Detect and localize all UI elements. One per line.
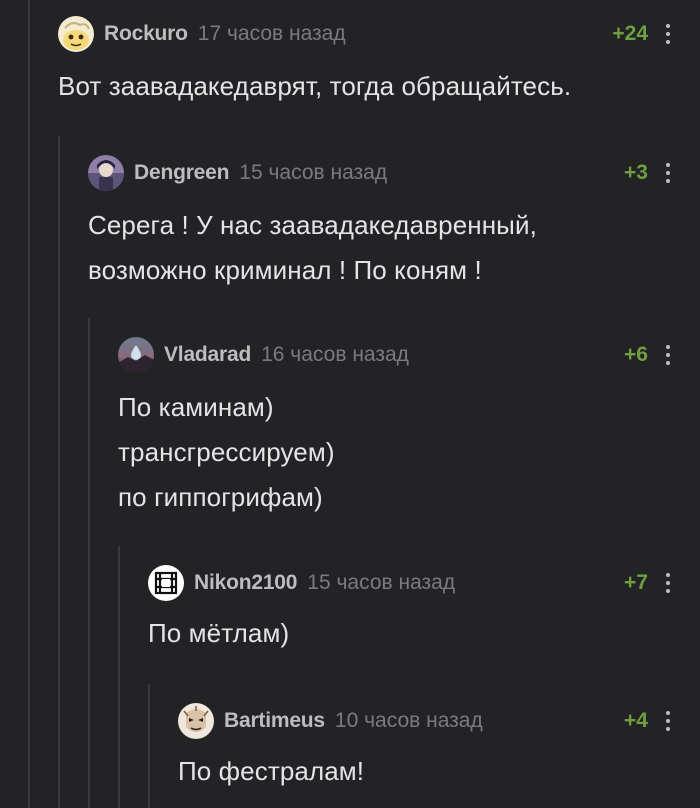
droplet-avatar-icon[interactable] [118,337,154,373]
comment-time: 17 часов назад [197,22,346,45]
comment-header: Bartimeus 10 часов назад +4 [178,703,670,739]
author-name[interactable]: Nikon2100 [194,571,297,595]
mask-face-avatar-icon[interactable] [178,703,214,739]
comment-line: По каминам) [118,392,274,422]
more-options-icon[interactable] [662,22,674,46]
comment-rating[interactable]: +4 [624,709,648,733]
author-name[interactable]: Bartimeus [224,709,325,733]
comment-dengreen: Dengreen 15 часов назад +3 Серега ! У на… [88,155,670,293]
more-options-icon[interactable] [662,161,674,185]
comment-rating[interactable]: +24 [612,22,648,46]
comment-header: Rockuro 17 часов назад +24 [58,16,670,52]
thread-line-level-2[interactable] [88,318,90,808]
comment-line: По фестралам! [178,756,365,786]
cartoon-face-avatar-icon[interactable] [58,16,94,52]
thread-line-level-3[interactable] [118,546,120,808]
comment-line: по гиппогрифам) [118,482,323,512]
author-name[interactable]: Vladarad [164,343,251,367]
more-options-icon[interactable] [662,343,674,367]
comment-time: 10 часов назад [334,709,483,732]
thread-line-level-0[interactable] [28,0,30,808]
author-name[interactable]: Rockuro [104,22,188,46]
comment-time: 15 часов назад [239,161,388,184]
comment-rating[interactable]: +7 [624,571,648,595]
more-options-icon[interactable] [662,571,674,595]
comment-line: По мётлам) [148,618,290,648]
comment-header: Vladarad 16 часов назад +6 [118,337,670,373]
rammstein-logo-avatar-icon[interactable] [148,565,184,601]
comment-text: Вот заавадакедаврят, тогда обращайтесь. [58,64,668,109]
author-name[interactable]: Dengreen [134,161,229,185]
comment-line: возможно криминал ! По коням ! [88,255,482,285]
comment-text: Серега ! У нас заавадакедавренный, возмо… [88,203,668,293]
comment-rockuro: Rockuro 17 часов назад +24 Вот заавадаке… [58,16,670,109]
more-options-icon[interactable] [662,709,674,733]
comment-time: 15 часов назад [307,571,456,594]
comment-line: трансгрессируем) [118,437,335,467]
comment-rating[interactable]: +3 [624,161,648,185]
comment-time: 16 часов назад [261,343,409,366]
comment-bartimeus: Bartimeus 10 часов назад +4 По фестралам… [178,703,670,794]
comment-line: Вот заавадакедаврят, тогда обращайтесь. [58,71,572,101]
comment-line: Серега ! У нас заавадакедавренный, [88,210,537,240]
comment-header: Dengreen 15 часов назад +3 [88,155,670,191]
comment-nikon2100: Nikon2100 15 часов назад +7 По мётлам) [148,565,670,656]
comment-text: По фестралам! [178,749,668,794]
comment-rating[interactable]: +6 [624,343,648,367]
character-avatar-icon[interactable] [88,155,124,191]
comment-header: Nikon2100 15 часов назад +7 [148,565,670,601]
comment-vladarad: Vladarad 16 часов назад +6 По каминам) т… [118,337,670,520]
comment-text: По каминам) трансгрессируем) по гиппогри… [118,385,668,520]
thread-line-level-1[interactable] [58,136,60,808]
thread-line-level-4[interactable] [148,684,150,808]
comment-text: По мётлам) [148,611,668,656]
